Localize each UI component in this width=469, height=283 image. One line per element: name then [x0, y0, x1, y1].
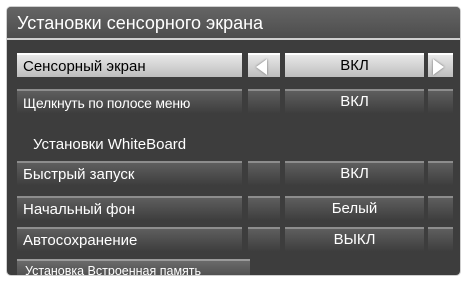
menu-row-value: ВЫКЛ	[285, 227, 424, 251]
menu-row-auto-save[interactable]: Автосохранение ВЫКЛ	[17, 227, 453, 251]
menu-row-label: Сенсорный экран	[17, 53, 242, 77]
menu-row-touch-screen[interactable]: Сенсорный экран ВКЛ	[17, 53, 453, 77]
increase-button[interactable]	[428, 227, 453, 251]
decrease-button[interactable]	[248, 89, 280, 113]
menu-row-value: ВКЛ	[285, 161, 424, 185]
left-triangle-icon	[256, 59, 267, 75]
menu-row-value: ВКЛ	[285, 53, 424, 77]
menu-row-menu-bar-click[interactable]: Щелкнуть по полосе меню ВКЛ	[17, 89, 453, 113]
built-in-memory-settings-button[interactable]: Установка Встроенная память	[17, 259, 250, 275]
menu-row-initial-background[interactable]: Начальный фон Белый	[17, 196, 453, 220]
menu-row-quick-launch[interactable]: Быстрый запуск ВКЛ	[17, 161, 453, 185]
increase-button[interactable]	[428, 196, 453, 220]
whiteboard-section-heading: Установки WhiteBoard	[33, 136, 187, 153]
decrease-button[interactable]	[248, 227, 280, 251]
increase-button[interactable]	[428, 53, 453, 77]
menu-row-label: Начальный фон	[17, 196, 242, 220]
decrease-button[interactable]	[248, 161, 280, 185]
increase-button[interactable]	[428, 161, 453, 185]
menu-row-label: Быстрый запуск	[17, 161, 242, 185]
increase-button[interactable]	[428, 89, 453, 113]
decrease-button[interactable]	[248, 53, 280, 77]
touch-screen-settings-panel: Установки сенсорного экрана Сенсорный эк…	[7, 7, 460, 275]
right-triangle-icon	[433, 59, 444, 75]
decrease-button[interactable]	[248, 196, 280, 220]
panel-title: Установки сенсорного экрана	[7, 7, 460, 40]
menu-row-value: ВКЛ	[285, 89, 424, 113]
menu-row-label: Автосохранение	[17, 227, 242, 251]
menu-row-value: Белый	[285, 196, 424, 220]
menu-row-label: Щелкнуть по полосе меню	[17, 89, 242, 113]
